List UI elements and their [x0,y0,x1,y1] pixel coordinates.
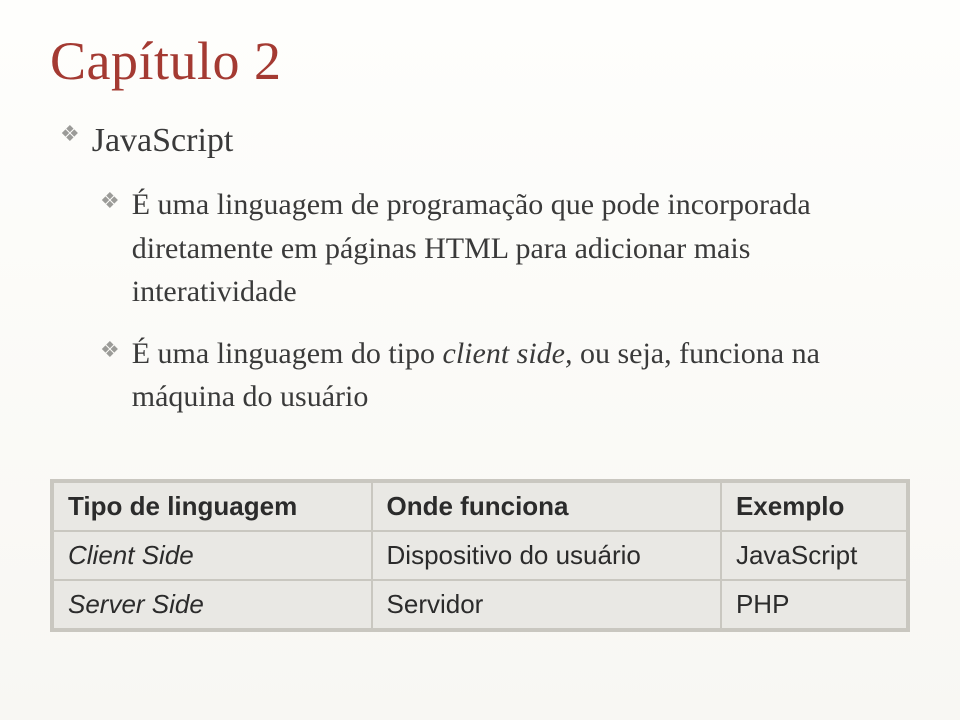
slide: Capítulo 2 ❖ JavaScript ❖ É uma linguage… [0,0,960,720]
bullet-level2: ❖ É uma linguagem do tipo client side, o… [100,332,910,419]
bullet-text: JavaScript [92,116,234,165]
table-cell: Server Side [53,580,372,629]
table-cell: PHP [721,580,907,629]
slide-title: Capítulo 2 [50,30,910,92]
table-header-row: Tipo de linguagem Onde funciona Exemplo [53,482,907,531]
bullet-text-part: É uma linguagem do tipo [132,337,443,370]
bullet-level1: ❖ JavaScript [60,116,910,165]
table-cell: Servidor [372,580,721,629]
bullet-marker-icon: ❖ [100,185,120,217]
table-row: Client Side Dispositivo do usuário JavaS… [53,531,907,580]
bullet-level2: ❖ É uma linguagem de programação que pod… [100,183,910,314]
table-header-cell: Exemplo [721,482,907,531]
table: Tipo de linguagem Onde funciona Exemplo … [52,481,908,630]
table-header-cell: Onde funciona [372,482,721,531]
comparison-table: Tipo de linguagem Onde funciona Exemplo … [50,479,910,632]
table-cell: Client Side [53,531,372,580]
table-header-cell: Tipo de linguagem [53,482,372,531]
table-cell: Dispositivo do usuário [372,531,721,580]
bullet-marker-icon: ❖ [100,334,120,366]
bullet-text-italic: client side, [443,337,573,370]
table-cell: JavaScript [721,531,907,580]
bullet-marker-icon: ❖ [60,118,80,150]
bullet-text: É uma linguagem de programação que pode … [132,183,910,314]
bullet-text: É uma linguagem do tipo client side, ou … [132,332,910,419]
table-row: Server Side Servidor PHP [53,580,907,629]
